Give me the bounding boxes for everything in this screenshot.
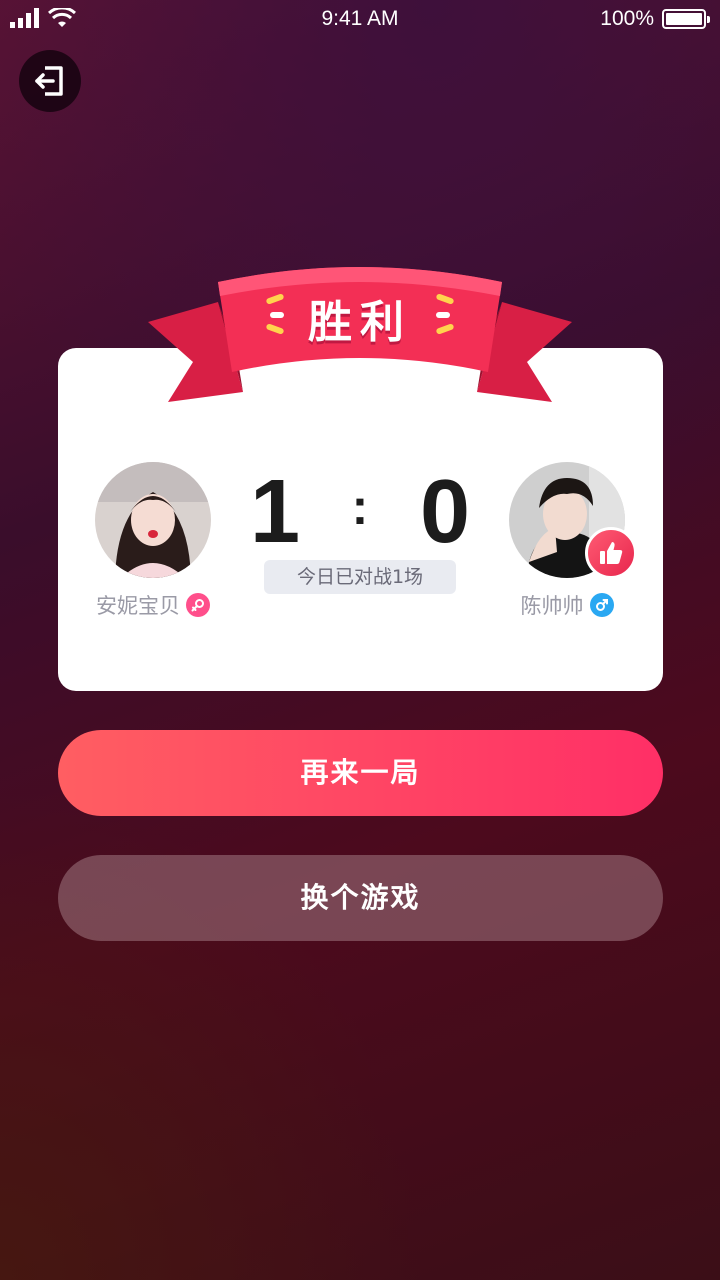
- battery-icon: [662, 9, 710, 29]
- exit-button[interactable]: [19, 50, 81, 112]
- player-left: 安妮宝贝: [73, 462, 233, 620]
- victory-title: 胜利: [308, 297, 412, 348]
- female-icon: [186, 593, 210, 617]
- player-right-name: 陈帅帅: [520, 594, 584, 618]
- status-right: 100%: [600, 7, 710, 31]
- score-separator: :: [351, 479, 369, 535]
- player-right-name-row: 陈帅帅: [487, 590, 647, 620]
- thumbs-up-icon: [600, 542, 623, 564]
- male-icon: [589, 593, 614, 617]
- play-again-button[interactable]: 再来一局: [58, 730, 663, 816]
- like-button[interactable]: [585, 527, 637, 579]
- switch-game-button[interactable]: 换个游戏: [58, 855, 663, 941]
- matches-today-badge: 今日已对战1场: [264, 560, 456, 594]
- status-bar: 9:41 AM 100%: [0, 0, 720, 40]
- player-left-name: 安妮宝贝: [96, 594, 180, 618]
- score-left: 1: [250, 462, 301, 562]
- player-left-name-row: 安妮宝贝: [73, 590, 233, 620]
- exit-icon: [35, 66, 63, 96]
- battery-percent: 100%: [600, 7, 654, 30]
- score-right: 0: [419, 462, 470, 562]
- score-display: 1 : 0: [250, 462, 470, 562]
- avatar-left[interactable]: [95, 462, 211, 578]
